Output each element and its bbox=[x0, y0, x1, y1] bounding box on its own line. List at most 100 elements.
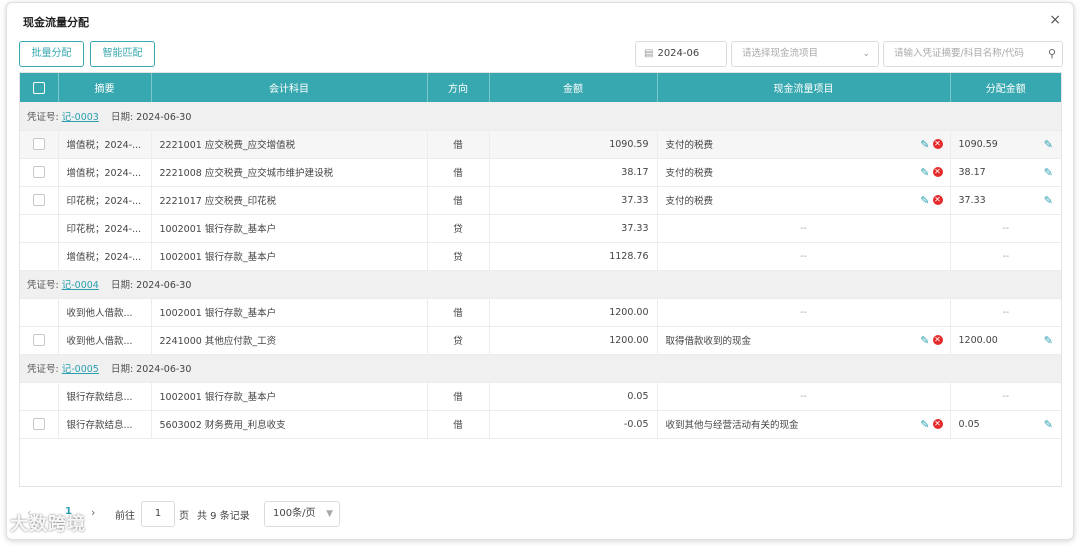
checkbox-cell[interactable] bbox=[20, 186, 59, 215]
allocated-amount-cell[interactable]: 1090.59 ✎ bbox=[950, 130, 1061, 159]
edit-icon[interactable]: ✎ bbox=[920, 167, 929, 178]
cashflow-item-cell: -- bbox=[657, 214, 951, 243]
account-cell: 1002001 银行存款_基本户 bbox=[151, 382, 428, 411]
checkbox-cell[interactable] bbox=[20, 326, 59, 355]
date-picker[interactable]: ▤ 2024-06 bbox=[635, 41, 727, 67]
cashflow-item-value: 支付的税费 bbox=[665, 168, 714, 179]
date-label: 日期: bbox=[110, 111, 134, 123]
voucher-label: 凭证号: bbox=[27, 111, 59, 123]
delete-icon[interactable]: ✕ bbox=[932, 138, 943, 149]
amount-cell: 38.17 bbox=[489, 158, 658, 187]
page-word: 页 bbox=[179, 511, 189, 522]
edit-icon[interactable]: ✎ bbox=[920, 139, 929, 150]
allocated-amount-cell[interactable]: 38.17 ✎ bbox=[950, 158, 1061, 187]
batch-allocate-button[interactable]: 批量分配 bbox=[19, 41, 84, 67]
watermark-text: 大数跨境 bbox=[10, 514, 86, 535]
delete-icon[interactable]: ✕ bbox=[932, 194, 943, 205]
table-row: 印花税；2024-... 2221017 应交税费_印花税 借 37.33 支付… bbox=[20, 186, 1061, 215]
table-row: 银行存款结息... 5603002 财务费用_利息收支 借 -0.05 收到其他… bbox=[20, 410, 1061, 439]
edit-icon[interactable]: ✎ bbox=[1044, 167, 1053, 178]
summary-cell: 增值税；2024-... bbox=[58, 242, 152, 271]
cashflow-item-cell[interactable]: 支付的税费 ✎ ✕ bbox=[657, 130, 951, 159]
close-icon[interactable]: × bbox=[1049, 12, 1061, 28]
voucher-date: 2024-06-30 bbox=[136, 280, 192, 291]
delete-icon[interactable]: ✕ bbox=[932, 418, 943, 429]
allocated-amount-value: 38.17 bbox=[958, 166, 986, 178]
table-row: 增值税；2024-... 1002001 银行存款_基本户 贷 1128.76 … bbox=[20, 242, 1061, 271]
table-row: 收到他人借款... 2241000 其他应付款_工资 贷 1200.00 取得借… bbox=[20, 326, 1061, 355]
voucher-group-row: 凭证号: 记-0005 日期: 2024-06-30 bbox=[20, 354, 1061, 383]
row-checkbox[interactable] bbox=[32, 166, 45, 178]
edit-icon[interactable]: ✎ bbox=[1044, 195, 1053, 206]
toolbar: 批量分配 智能匹配 ▤ 2024-06 请选择现金流项目 ⌄ 请输入凭证摘要/科目… bbox=[7, 41, 1073, 69]
cashflow-item-select[interactable]: 请选择现金流项目 ⌄ bbox=[731, 41, 879, 67]
row-checkbox[interactable] bbox=[32, 334, 45, 346]
checkbox-cell[interactable] bbox=[20, 158, 59, 187]
row-checkbox[interactable] bbox=[32, 418, 45, 430]
chevron-right-icon[interactable]: › bbox=[91, 506, 95, 519]
row-checkbox[interactable] bbox=[32, 138, 45, 150]
page-size-select[interactable]: 100条/页 ▼ bbox=[264, 501, 340, 527]
account-cell: 2221008 应交税费_应交城市维护建设税 bbox=[151, 158, 428, 187]
voucher-link[interactable]: 记-0005 bbox=[62, 364, 99, 375]
allocated-amount-cell[interactable]: 0.05 ✎ bbox=[950, 410, 1061, 439]
amount-cell: 1200.00 bbox=[489, 298, 658, 327]
cashflow-item-cell: -- bbox=[657, 298, 951, 327]
checkbox-cell[interactable] bbox=[20, 130, 59, 159]
summary-cell: 增值税；2024-... bbox=[58, 130, 152, 159]
cashflow-item-cell[interactable]: 支付的税费 ✎ ✕ bbox=[657, 186, 951, 215]
col-header-direction: 方向 bbox=[427, 73, 490, 102]
allocated-amount-cell[interactable]: 1200.00 ✎ bbox=[950, 326, 1061, 355]
summary-cell: 增值税；2024-... bbox=[58, 158, 152, 187]
direction-cell: 借 bbox=[427, 410, 490, 439]
checkbox-cell[interactable] bbox=[20, 410, 59, 439]
edit-icon[interactable]: ✎ bbox=[920, 195, 929, 206]
voucher-group-row: 凭证号: 记-0004 日期: 2024-06-30 bbox=[20, 270, 1061, 299]
smart-match-button[interactable]: 智能匹配 bbox=[90, 41, 155, 67]
table-header-row: 摘要 会计科目 方向 金额 现金流量项目 分配金额 bbox=[20, 73, 1061, 102]
direction-cell: 借 bbox=[427, 130, 490, 159]
cashflow-item-cell[interactable]: 支付的税费 ✎ ✕ bbox=[657, 158, 951, 187]
allocated-amount-cell: -- bbox=[950, 382, 1061, 411]
delete-icon[interactable]: ✕ bbox=[932, 334, 943, 345]
cash-flow-allocation-dialog: 现金流量分配 × 批量分配 智能匹配 ▤ 2024-06 请选择现金流项目 ⌄ 请… bbox=[6, 2, 1074, 540]
cashflow-item-cell[interactable]: 取得借款收到的现金 ✎ ✕ bbox=[657, 326, 951, 355]
select-all-checkbox[interactable] bbox=[32, 81, 45, 94]
select-all-header[interactable] bbox=[20, 73, 59, 102]
allocation-table-container: 摘要 会计科目 方向 金额 现金流量项目 分配金额 凭证号: 记-0003 日期… bbox=[19, 72, 1062, 487]
table-row: 增值税；2024-... 2221001 应交税费_应交增值税 借 1090.5… bbox=[20, 130, 1061, 159]
voucher-link[interactable]: 记-0003 bbox=[62, 112, 99, 123]
amount-cell: -0.05 bbox=[489, 410, 658, 439]
edit-icon[interactable]: ✎ bbox=[1044, 139, 1053, 150]
allocated-amount-value: 37.33 bbox=[958, 194, 986, 206]
date-label: 日期: bbox=[110, 280, 134, 291]
edit-icon[interactable]: ✎ bbox=[1044, 335, 1053, 346]
cashflow-item-cell: -- bbox=[657, 242, 951, 271]
row-checkbox[interactable] bbox=[32, 194, 45, 206]
account-cell: 5603002 财务费用_利息收支 bbox=[151, 410, 428, 439]
dialog-header: 现金流量分配 × bbox=[7, 3, 1073, 37]
voucher-label: 凭证号: bbox=[27, 364, 59, 375]
allocated-amount-cell: -- bbox=[950, 242, 1061, 271]
allocated-amount-cell[interactable]: 37.33 ✎ bbox=[950, 186, 1061, 215]
allocated-amount-cell: -- bbox=[950, 214, 1061, 243]
edit-icon[interactable]: ✎ bbox=[920, 335, 929, 346]
edit-icon[interactable]: ✎ bbox=[1044, 419, 1053, 430]
search-icon[interactable]: ⚲ bbox=[1044, 42, 1056, 66]
delete-icon[interactable]: ✕ bbox=[932, 166, 943, 177]
amount-cell: 37.33 bbox=[489, 214, 658, 243]
search-input[interactable]: 请输入凭证摘要/科目名称/代码 ⚲ bbox=[883, 41, 1063, 67]
summary-cell: 银行存款结息... bbox=[58, 410, 152, 439]
cashflow-item-value: 收到其他与经营活动有关的现金 bbox=[665, 420, 799, 431]
voucher-link[interactable]: 记-0004 bbox=[62, 280, 99, 291]
cashflow-item-cell[interactable]: 收到其他与经营活动有关的现金 ✎ ✕ bbox=[657, 410, 951, 439]
allocated-amount-value: 1200.00 bbox=[958, 334, 998, 346]
goto-page-input[interactable]: 1 bbox=[141, 501, 175, 527]
voucher-label: 凭证号: bbox=[27, 280, 59, 291]
summary-cell: 收到他人借款... bbox=[58, 326, 152, 355]
checkbox-cell bbox=[20, 382, 59, 411]
allocated-amount-cell: -- bbox=[950, 298, 1061, 327]
page-size-value: 100条/页 bbox=[273, 508, 316, 519]
voucher-date: 2024-06-30 bbox=[136, 364, 192, 375]
edit-icon[interactable]: ✎ bbox=[920, 419, 929, 430]
